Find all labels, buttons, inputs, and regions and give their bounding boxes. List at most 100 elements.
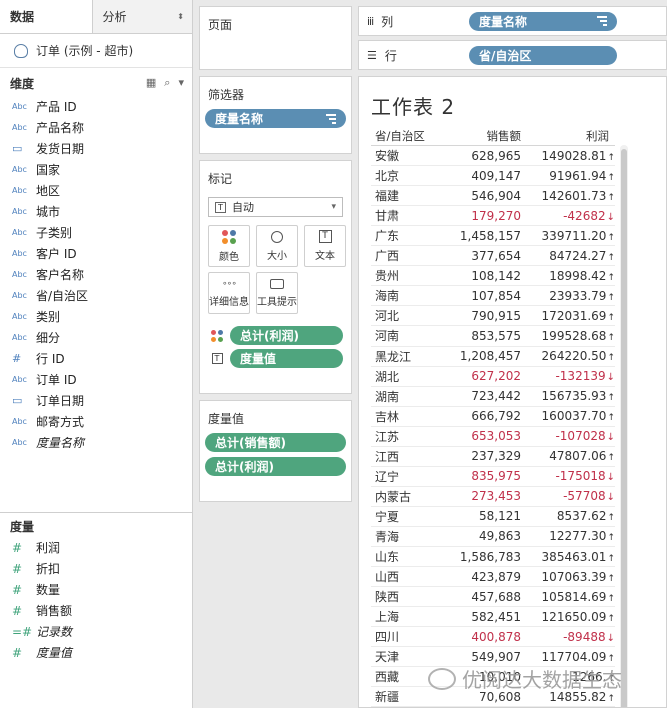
- size-button[interactable]: 大小: [256, 225, 298, 267]
- cell-profit[interactable]: 105814.69↑: [525, 590, 615, 604]
- cell-province[interactable]: 福建: [371, 187, 441, 204]
- tab-analysis[interactable]: 分析 ⬍: [92, 0, 192, 33]
- cell-sales[interactable]: 107,854: [441, 289, 525, 303]
- cell-sales[interactable]: 790,915: [441, 309, 525, 323]
- cell-sales[interactable]: 400,878: [441, 630, 525, 644]
- dimension-field[interactable]: Abc 邮寄方式: [0, 411, 192, 432]
- dimension-field[interactable]: Abc 国家: [0, 159, 192, 180]
- menu-dropdown-icon[interactable]: ▾: [178, 76, 184, 90]
- cell-province[interactable]: 四川: [371, 628, 441, 645]
- color-pill-profit-sum[interactable]: 总计(利润): [230, 326, 343, 345]
- cell-profit[interactable]: 385463.01↑: [525, 550, 615, 564]
- detail-button[interactable]: ∘∘∘ 详细信息: [208, 272, 250, 314]
- cell-profit[interactable]: 172031.69↑: [525, 309, 615, 323]
- measure-field[interactable]: # 折扣: [0, 558, 192, 579]
- cell-sales[interactable]: 853,575: [441, 329, 525, 343]
- cell-sales[interactable]: 409,147: [441, 169, 525, 183]
- cell-province[interactable]: 陕西: [371, 588, 441, 605]
- cell-profit[interactable]: 47807.06↑: [525, 449, 615, 463]
- cell-province[interactable]: 广西: [371, 247, 441, 264]
- cell-profit[interactable]: 84724.27↑: [525, 249, 615, 263]
- cell-profit[interactable]: 107063.39↑: [525, 570, 615, 584]
- dimension-field[interactable]: Abc 客户名称: [0, 264, 192, 285]
- cell-province[interactable]: 黑龙江: [371, 348, 441, 365]
- cell-sales[interactable]: 627,202: [441, 369, 525, 383]
- header-profit[interactable]: 利润: [525, 128, 615, 144]
- cell-sales[interactable]: 49,863: [441, 529, 525, 543]
- cell-profit[interactable]: 156735.93↑: [525, 389, 615, 403]
- cell-province[interactable]: 河南: [371, 327, 441, 344]
- header-province[interactable]: 省/自治区: [371, 128, 441, 144]
- cell-sales[interactable]: 628,965: [441, 149, 525, 163]
- measure-field[interactable]: =# 记录数: [0, 621, 192, 642]
- view-list-icon[interactable]: ▦: [146, 76, 156, 90]
- tooltip-button[interactable]: 工具提示: [256, 272, 298, 314]
- measure-value-pill-profit[interactable]: 总计(利润): [205, 457, 346, 476]
- cell-province[interactable]: 安徽: [371, 147, 441, 164]
- cell-sales[interactable]: 237,329: [441, 449, 525, 463]
- cell-province[interactable]: 河北: [371, 307, 441, 324]
- dimension-field[interactable]: Abc 类别: [0, 306, 192, 327]
- cell-profit[interactable]: 8537.62↑: [525, 509, 615, 523]
- cell-profit[interactable]: 91961.94↑: [525, 169, 615, 183]
- cell-sales[interactable]: 457,688: [441, 590, 525, 604]
- cell-sales[interactable]: 546,904: [441, 189, 525, 203]
- cell-sales[interactable]: 1,458,157: [441, 229, 525, 243]
- cell-sales[interactable]: 179,270: [441, 209, 525, 223]
- cell-province[interactable]: 天津: [371, 648, 441, 665]
- cell-profit[interactable]: -175018↓: [525, 469, 615, 483]
- datasource-item[interactable]: 订单 (示例 - 超市): [0, 34, 192, 68]
- cell-profit[interactable]: 264220.50↑: [525, 349, 615, 363]
- cell-profit[interactable]: -42682↓: [525, 209, 615, 223]
- cell-profit[interactable]: 199528.68↑: [525, 329, 615, 343]
- measure-field[interactable]: # 数量: [0, 579, 192, 600]
- cell-sales[interactable]: 377,654: [441, 249, 525, 263]
- measure-value-pill-sales[interactable]: 总计(销售额): [205, 433, 346, 452]
- cell-province[interactable]: 上海: [371, 608, 441, 625]
- cell-sales[interactable]: 273,453: [441, 489, 525, 503]
- cell-province[interactable]: 内蒙古: [371, 488, 441, 505]
- tab-data[interactable]: 数据: [0, 0, 93, 33]
- cell-profit[interactable]: 117704.09↑: [525, 650, 615, 664]
- dimension-field[interactable]: # 行 ID: [0, 348, 192, 369]
- rows-pill-province[interactable]: 省/自治区: [469, 45, 617, 65]
- text-pill-measure-values[interactable]: 度量值: [230, 349, 343, 368]
- cell-sales[interactable]: 1,208,457: [441, 349, 525, 363]
- cell-profit[interactable]: 18998.42↑: [525, 269, 615, 283]
- color-button[interactable]: 颜色: [208, 225, 250, 267]
- cell-province[interactable]: 山西: [371, 568, 441, 585]
- mark-type-dropdown[interactable]: T 自动 ▾: [208, 197, 343, 217]
- dimension-field[interactable]: ▭ 订单日期: [0, 390, 192, 411]
- cell-sales[interactable]: 423,879: [441, 570, 525, 584]
- cell-province[interactable]: 辽宁: [371, 468, 441, 485]
- dimension-field[interactable]: Abc 订单 ID: [0, 369, 192, 390]
- cell-sales[interactable]: 653,053: [441, 429, 525, 443]
- cell-profit[interactable]: -132139↓: [525, 369, 615, 383]
- cell-province[interactable]: 江苏: [371, 428, 441, 445]
- rows-shelf[interactable]: ☰ 行 省/自治区: [358, 40, 667, 70]
- pages-card[interactable]: 页面: [199, 6, 352, 70]
- scrollbar-thumb[interactable]: [621, 149, 627, 707]
- filters-card[interactable]: 筛选器 度量名称: [199, 76, 352, 154]
- cell-sales[interactable]: 549,907: [441, 650, 525, 664]
- cell-profit[interactable]: 142601.73↑: [525, 189, 615, 203]
- cell-sales[interactable]: 1,586,783: [441, 550, 525, 564]
- columns-pill-measure-names[interactable]: 度量名称: [469, 11, 617, 31]
- cell-province[interactable]: 广东: [371, 227, 441, 244]
- dimension-field[interactable]: Abc 省/自治区: [0, 285, 192, 306]
- dimension-field[interactable]: Abc 地区: [0, 180, 192, 201]
- cell-province[interactable]: 青海: [371, 528, 441, 545]
- cell-province[interactable]: 贵州: [371, 267, 441, 284]
- cell-sales[interactable]: 582,451: [441, 610, 525, 624]
- dimension-field[interactable]: ▭ 发货日期: [0, 138, 192, 159]
- cell-province[interactable]: 湖南: [371, 388, 441, 405]
- cell-sales[interactable]: 108,142: [441, 269, 525, 283]
- cell-province[interactable]: 江西: [371, 448, 441, 465]
- dimension-field[interactable]: Abc 产品名称: [0, 117, 192, 138]
- columns-shelf[interactable]: iii 列 度量名称: [358, 6, 667, 36]
- cell-province[interactable]: 湖北: [371, 368, 441, 385]
- cell-sales[interactable]: 723,442: [441, 389, 525, 403]
- dimension-field[interactable]: Abc 产品 ID: [0, 96, 192, 117]
- cell-province[interactable]: 北京: [371, 167, 441, 184]
- cell-profit[interactable]: 23933.79↑: [525, 289, 615, 303]
